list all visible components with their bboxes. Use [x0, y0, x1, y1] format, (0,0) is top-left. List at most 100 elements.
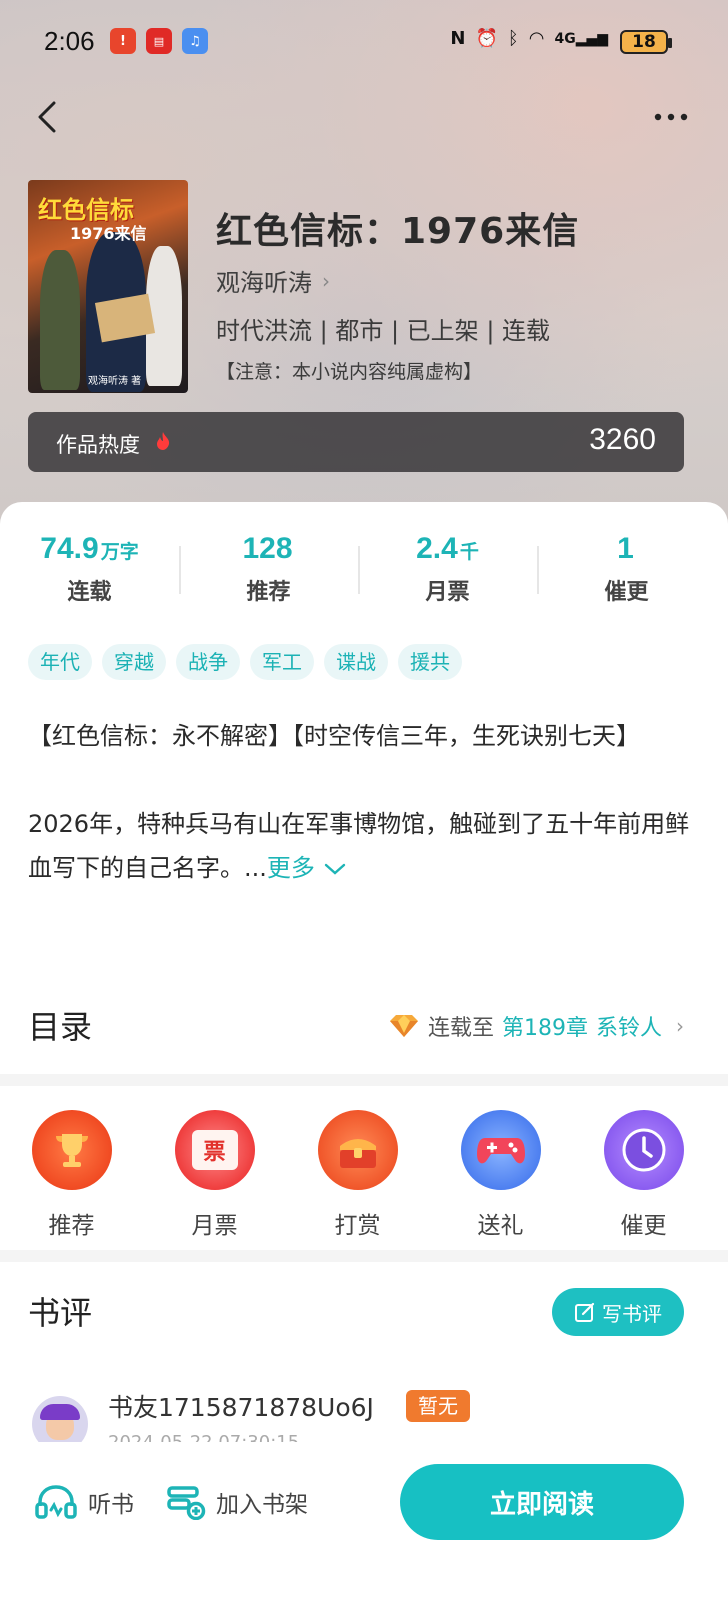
book-description: 【红色信标：永不解密】【时空传信三年，生死诀别七天】 2026年，特种兵马有山在… — [28, 714, 698, 934]
toc-latest: 连载至 第189章 系铃人 › — [388, 1010, 684, 1042]
action-gift[interactable]: 送礼 — [429, 1110, 572, 1240]
read-now-button[interactable]: 立即阅读 — [400, 1464, 684, 1540]
shelf-label: 加入书架 — [216, 1492, 308, 1518]
stat-value: 1 — [617, 532, 634, 565]
review-header: 书评 写书评 — [0, 1278, 728, 1348]
book-note: 【注意：本小说内容纯属虚构】 — [216, 361, 483, 383]
heat-value: 3260 — [589, 423, 656, 456]
genre-tag[interactable]: 年代 — [28, 644, 92, 680]
book-cover[interactable]: 红色信标 1976来信 观海听涛 著 — [28, 180, 188, 393]
action-urge[interactable]: 催更 — [572, 1110, 715, 1240]
heat-label: 作品热度 — [56, 433, 140, 457]
add-to-shelf-icon — [167, 1486, 206, 1520]
news-app-icon: ▤ — [146, 28, 172, 54]
description-paragraph: 【红色信标：永不解密】【时空传信三年，生死诀别七天】 — [28, 722, 640, 750]
stat-word-count[interactable]: 74.9 万字 连载 — [0, 532, 179, 612]
status-bar: 2:06 ! ▤ ♫ N ⏰ ᛒ ◠ 4G▂▄▆ 18 — [0, 20, 728, 64]
read-now-label: 立即阅读 — [489, 1489, 594, 1520]
stat-label: 连载 — [67, 580, 112, 605]
action-label: 月票 — [191, 1213, 238, 1239]
status-badge: 暂无 — [406, 1390, 470, 1422]
review-date: 2024-05-22 07:30:15 — [108, 1432, 299, 1442]
add-to-shelf-button[interactable]: 加入书架 — [166, 1484, 308, 1520]
action-recommend[interactable]: 推荐 — [0, 1110, 143, 1240]
cover-subtitle: 1976来信 — [70, 224, 147, 243]
bottom-action-bar: 听书 加入书架 立即阅读 — [0, 1450, 728, 1560]
action-label: 推荐 — [48, 1213, 95, 1239]
chevron-right-icon: › — [676, 1014, 684, 1038]
book-author-link[interactable]: 观海听涛 › — [216, 263, 330, 298]
battery-icon: 18 — [620, 30, 672, 54]
review-item[interactable]: 书友1715871878Uo6J 暂无 2024-05-22 07:30:15 — [0, 1382, 728, 1442]
action-label: 催更 — [620, 1213, 667, 1239]
status-app-icons: ! ▤ ♫ — [110, 28, 208, 54]
music-app-icon: ♫ — [182, 28, 208, 54]
toc-title: 目录 — [28, 1008, 93, 1046]
signal-icon: 4G▂▄▆ — [554, 30, 608, 47]
headphones-icon — [35, 1485, 77, 1519]
ticket-glyph: 票 — [191, 1130, 238, 1170]
status-time: 2:06 — [44, 26, 95, 56]
book-title: 红色信标：1976来信 — [216, 211, 580, 252]
chevron-down-icon — [324, 863, 345, 875]
nfc-icon: N — [450, 28, 466, 49]
reviewer-name: 书友1715871878Uo6J — [108, 1393, 374, 1422]
review-title: 书评 — [28, 1294, 93, 1332]
table-of-contents-row[interactable]: 目录 连载至 第189章 系铃人 › — [0, 992, 728, 1062]
genre-tags: 年代 穿越 战争 军工 谍战 援共 — [28, 644, 462, 680]
action-row: 推荐 票 月票 打赏 送礼 催更 — [0, 1110, 728, 1240]
action-monthly-ticket[interactable]: 票 月票 — [143, 1110, 286, 1240]
genre-tag[interactable]: 穿越 — [102, 644, 166, 680]
wifi-icon: ◠ — [528, 28, 545, 49]
description-paragraph-2: 2026年，特种兵马有山在军事博物馆，触碰到了五十年前用鲜血写下的自己名字。..… — [28, 810, 690, 882]
back-icon — [38, 101, 56, 133]
book-category-line: 时代洪流 | 都市 | 已上架 | 连载 — [216, 317, 551, 345]
action-label: 送礼 — [477, 1213, 524, 1239]
genre-tag[interactable]: 军工 — [250, 644, 314, 680]
action-label: 打赏 — [334, 1213, 381, 1239]
main-card: 74.9 万字 连载 128 推荐 2.4 千 月票 1 催更 年代 穿越 战争 军… — [0, 502, 728, 1600]
avatar[interactable] — [32, 1396, 88, 1442]
more-button[interactable] — [654, 104, 688, 130]
treasure-chest-icon — [317, 1110, 398, 1190]
genre-tag[interactable]: 援共 — [398, 644, 462, 680]
stat-recommend[interactable]: 128 推荐 — [179, 532, 358, 612]
stat-monthly-ticket[interactable]: 2.4 千 月票 — [358, 532, 537, 612]
listen-button[interactable]: 听书 — [34, 1484, 134, 1520]
flame-icon — [157, 432, 170, 450]
genre-tag[interactable]: 战争 — [176, 644, 240, 680]
listen-label: 听书 — [88, 1492, 134, 1518]
stats-row: 74.9 万字 连载 128 推荐 2.4 千 月票 1 催更 — [0, 532, 728, 612]
expand-more-link[interactable]: 更多 — [267, 854, 347, 882]
bluetooth-icon: ᛒ — [507, 28, 519, 49]
write-review-button[interactable]: 写书评 — [552, 1288, 684, 1336]
trophy-icon — [31, 1110, 112, 1190]
book-author: 观海听涛 — [216, 269, 312, 297]
more-icon — [654, 113, 688, 121]
action-tip[interactable]: 打赏 — [286, 1110, 429, 1240]
toc-chapter-number: 第189章 — [501, 1016, 588, 1041]
alarm-icon: ⏰ — [475, 28, 498, 49]
stat-label: 月票 — [425, 580, 470, 605]
chevron-right-icon: › — [322, 268, 330, 293]
stat-value: 128 — [242, 532, 293, 565]
stat-value: 74.9 万字 — [40, 532, 139, 565]
toc-prefix: 连载至 — [427, 1016, 494, 1041]
genre-tag[interactable]: 谍战 — [324, 644, 388, 680]
edit-icon — [575, 1302, 595, 1322]
cover-figure-left — [40, 250, 80, 390]
section-divider — [0, 1074, 728, 1086]
back-button[interactable] — [30, 100, 64, 134]
gem-icon — [389, 1015, 418, 1037]
notification-app-icon: ! — [110, 28, 136, 54]
stat-value: 2.4 千 — [416, 532, 479, 565]
clock-icon — [603, 1110, 684, 1190]
stat-urge-update[interactable]: 1 催更 — [537, 532, 716, 612]
ticket-icon: 票 — [174, 1110, 255, 1190]
heat-bar[interactable]: 作品热度 3260 — [28, 412, 684, 472]
write-review-label: 写书评 — [602, 1301, 662, 1326]
section-divider — [0, 1250, 728, 1262]
stat-label: 催更 — [604, 580, 649, 605]
toc-chapter-title: 系铃人 — [595, 1016, 662, 1041]
stat-label: 推荐 — [246, 580, 291, 605]
